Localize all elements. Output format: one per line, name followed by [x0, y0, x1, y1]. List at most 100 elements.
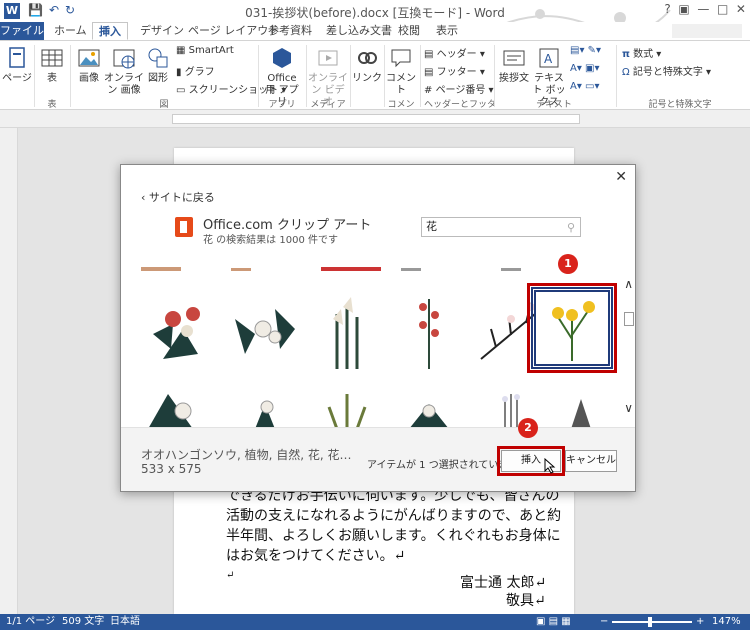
- group-text-label: テキスト: [536, 100, 572, 110]
- scroll-up-icon[interactable]: ∧: [624, 277, 633, 291]
- tab-insert[interactable]: 挿入: [92, 22, 128, 40]
- document-body-text[interactable]: できるだけお手伝いに伺います。少しでも、皆さんの 活動の支えになれるようにがんば…: [226, 486, 562, 586]
- clipart-thumb[interactable]: [389, 289, 471, 371]
- tab-mailings[interactable]: 差し込み文書: [326, 22, 392, 40]
- zoom-slider-thumb[interactable]: [648, 617, 652, 627]
- vertical-ruler[interactable]: [0, 128, 18, 614]
- picture-button[interactable]: 画像: [74, 45, 104, 85]
- picture-icon: [78, 49, 100, 67]
- clipart-thumb[interactable]: [471, 389, 553, 427]
- shapes-button[interactable]: 図形: [144, 45, 172, 85]
- group-illustrations-label: 図: [159, 100, 169, 110]
- table-button[interactable]: 表: [38, 45, 66, 85]
- clipart-thumb-selected[interactable]: [527, 283, 617, 373]
- tab-references[interactable]: 参考資料: [268, 22, 312, 40]
- chart-button[interactable]: ▮ グラフ: [176, 63, 215, 78]
- partial-row-top: [141, 267, 521, 271]
- status-language[interactable]: 日本語: [110, 614, 140, 630]
- footer-button[interactable]: ▤ フッター ▾: [424, 63, 485, 78]
- status-word-count[interactable]: 509 文字: [62, 614, 104, 630]
- selected-item-size: 533 x 575: [141, 462, 202, 476]
- close-icon[interactable]: ✕: [615, 169, 627, 185]
- equation-label: 数式: [633, 49, 654, 60]
- shapes-label: 図形: [148, 73, 168, 84]
- title-bar: W 💾↶↻ 031-挨拶状(before).docx [互換モード] - Wor…: [0, 0, 750, 34]
- shapes-icon: [148, 48, 168, 68]
- scrollbar-thumb[interactable]: [624, 312, 634, 326]
- header-button[interactable]: ▤ ヘッダー ▾: [424, 45, 485, 60]
- group-table-label: 表: [47, 100, 57, 110]
- link-label: リンク: [352, 73, 382, 84]
- equation-button[interactable]: π 数式 ▾: [622, 45, 661, 60]
- clipart-thumb[interactable]: [307, 289, 389, 371]
- group-symbols-label: 記号と特殊文字: [648, 100, 712, 110]
- dialog-footer: オオハンゴンソウ, 植物, 自然, 花, 花… 533 x 575 アイテムが …: [121, 427, 635, 491]
- symbol-label: 記号と特殊文字: [632, 67, 703, 78]
- clipart-thumb[interactable]: [307, 389, 389, 427]
- office-apps-icon: [273, 48, 291, 68]
- svg-text:A: A: [544, 52, 553, 66]
- clipart-thumb[interactable]: [551, 389, 621, 427]
- step-marker-2: 2: [518, 418, 538, 438]
- view-mode-icons[interactable]: ▣ ▤ ▦: [536, 614, 571, 630]
- search-icon[interactable]: ⚲: [567, 219, 575, 237]
- status-page[interactable]: 1/1 ページ: [6, 614, 55, 630]
- symbol-button[interactable]: Ω 記号と特殊文字 ▾: [622, 63, 711, 78]
- tab-design[interactable]: デザイン: [140, 22, 184, 40]
- tab-file[interactable]: ファイル: [0, 22, 44, 40]
- clipart-thumb[interactable]: [225, 289, 307, 371]
- horizontal-ruler[interactable]: [0, 110, 750, 128]
- dropcap-button[interactable]: A▾ ▭▾: [570, 81, 600, 92]
- smartart-button[interactable]: ▦ SmartArt: [176, 45, 234, 56]
- scroll-down-icon[interactable]: ∨: [624, 401, 633, 415]
- tab-review[interactable]: 校閲: [398, 22, 420, 40]
- link-button[interactable]: リンク: [352, 45, 382, 85]
- online-picture-button[interactable]: オンライン 画像: [104, 45, 144, 97]
- signature-name: 富士通 太郎↵: [460, 575, 547, 591]
- step-marker-1: 1: [558, 254, 578, 274]
- greeting-icon: [503, 50, 525, 66]
- clipart-thumb[interactable]: [143, 389, 225, 427]
- tab-home[interactable]: ホーム: [54, 22, 87, 40]
- tab-page-layout[interactable]: ページ レイアウト: [188, 22, 279, 40]
- zoom-in-button[interactable]: +: [696, 614, 704, 630]
- group-media-label: メディア: [310, 100, 346, 110]
- wordart-button[interactable]: A▾ ▣▾: [570, 63, 600, 74]
- textbox-icon: A: [539, 48, 559, 68]
- comment-icon: [391, 49, 411, 68]
- page-button[interactable]: ページ: [2, 45, 32, 85]
- chart-label: グラフ: [184, 67, 215, 78]
- doc-line: 活動の支えになれるようにがんばりますので、あと約: [226, 508, 562, 524]
- zoom-slider[interactable]: [612, 621, 692, 623]
- page-icon: [9, 47, 25, 68]
- closing-text: 敬具↵: [506, 593, 546, 609]
- back-to-sites-link[interactable]: ‹ サイトに戻る: [141, 189, 215, 205]
- clipart-thumb[interactable]: [143, 289, 225, 371]
- table-icon: [41, 49, 63, 67]
- table-label: 表: [47, 73, 57, 84]
- greeting-label: 挨拶文: [499, 73, 529, 84]
- page-number-label: ページ番号: [435, 85, 486, 96]
- online-picture-label: オンライン 画像: [104, 73, 144, 96]
- quick-parts-button[interactable]: ▤▾ ✎▾: [570, 45, 601, 56]
- clipart-search-input[interactable]: 花 ⚲: [421, 217, 581, 237]
- zoom-out-button[interactable]: −: [600, 614, 608, 630]
- clipart-thumb[interactable]: [389, 389, 471, 427]
- tab-view[interactable]: 表示: [436, 22, 458, 40]
- comment-label: コメント: [386, 73, 416, 96]
- search-input-value: 花: [426, 220, 437, 233]
- smartart-label: SmartArt: [188, 45, 234, 56]
- cancel-button[interactable]: キャンセル: [565, 450, 617, 472]
- office-logo-icon: [175, 217, 193, 237]
- link-icon: [358, 52, 377, 64]
- ribbon-tabs: ファイル ホーム 挿入 デザイン ページ レイアウト 参考資料 差し込み文書 校…: [0, 22, 750, 40]
- zoom-level[interactable]: 147%: [712, 614, 741, 630]
- user-account[interactable]: [672, 24, 742, 38]
- comment-button[interactable]: コメント: [386, 45, 416, 97]
- clipart-thumb[interactable]: [225, 389, 307, 427]
- greeting-button[interactable]: 挨拶文: [496, 45, 532, 85]
- doc-line: 半年間、よろしくお願いします。くれぐれもお身体に: [226, 528, 561, 544]
- online-picture-icon: [113, 49, 135, 69]
- header-label: ヘッダー: [436, 49, 477, 60]
- page-number-button[interactable]: # ページ番号 ▾: [424, 81, 494, 96]
